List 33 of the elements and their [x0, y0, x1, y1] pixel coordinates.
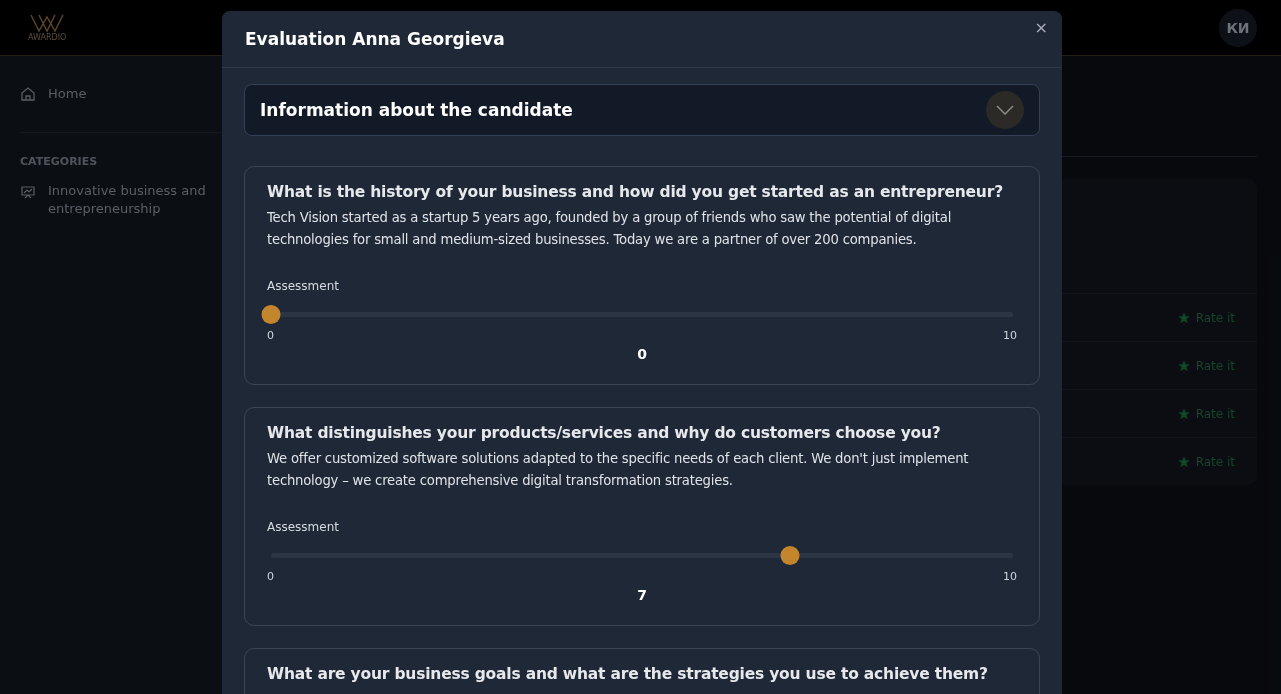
max-label: 10	[1003, 329, 1017, 342]
question-title: What are your business goals and what are the strategies you use to achieve them?	[267, 665, 989, 683]
rate-link[interactable]: Rate it	[1171, 453, 1241, 470]
score-value: 7	[636, 587, 648, 603]
star-icon	[1177, 311, 1190, 324]
question-title: What is the history of your business and how did you get started as an entrepreneur?	[267, 183, 1004, 201]
close-button[interactable]: ×	[1028, 17, 1054, 38]
slider-thumb[interactable]	[261, 305, 281, 324]
star-icon	[1177, 407, 1190, 420]
user-avatar[interactable]: КИ	[1219, 8, 1257, 47]
rate-link[interactable]: Rate it	[1171, 309, 1241, 326]
dialog-title: Evaluation Anna Georgieva	[245, 29, 505, 49]
chevron-icon	[996, 105, 1014, 115]
chart-board-icon	[20, 184, 36, 200]
section-title: CATEGORIES	[20, 155, 99, 168]
score-value: 0	[636, 346, 648, 362]
rate-link[interactable]: Rate it	[1171, 405, 1241, 422]
star-icon	[1177, 455, 1190, 468]
max-label: 10	[1003, 570, 1017, 583]
candidate-info-accordion[interactable]: Information about the candidate	[244, 84, 1040, 136]
answer-text: Tech Vision started as a startup 5 years ago, founded by a group of friends who saw the potential of digital technologies for small and medium-sized businesses. Today we are a partner of over 200 companies.	[267, 209, 953, 249]
star-icon	[1177, 359, 1190, 372]
question-title: What distinguishes your products/services and why do customers choose you?	[267, 424, 942, 442]
assessment-label: Assessment	[267, 279, 340, 293]
min-label: 0	[267, 329, 274, 342]
answer-text: We offer customized software solutions adapted to the specific needs of each client. We don't just implement technology – we create comprehensive digital transformation strategies.	[267, 450, 970, 490]
rate-link[interactable]: Rate it	[1171, 357, 1241, 374]
assessment-label: Assessment	[267, 520, 340, 534]
min-label: 0	[267, 570, 274, 583]
crown-logo-icon	[30, 13, 65, 33]
home-icon	[20, 86, 36, 102]
slider-thumb[interactable]	[780, 546, 800, 565]
logo-text: AWARDIO	[28, 33, 67, 42]
